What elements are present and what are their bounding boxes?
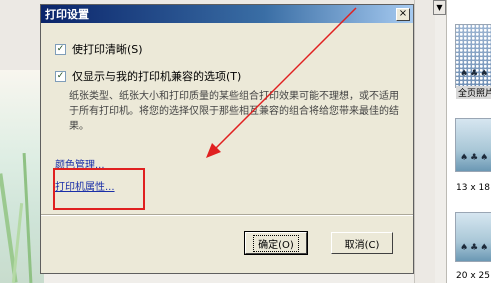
annotation-arrow-icon [206,7,357,158]
